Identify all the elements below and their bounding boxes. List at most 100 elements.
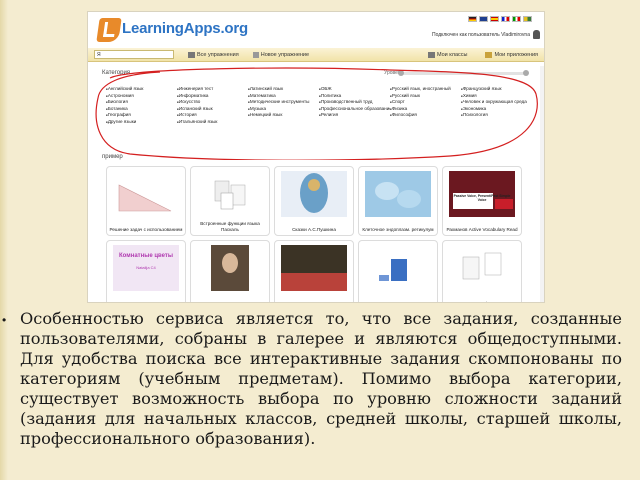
category-item[interactable]: Немецкий язык [248,112,319,119]
new-exercise-button[interactable]: Новое упражнение [252,51,309,58]
example-tile[interactable]: THE USA STATES AND [274,240,354,302]
tile-caption: ЧАСТИЦЫ [193,301,267,302]
category-item[interactable]: Другие языки [106,119,177,126]
tile-caption: Рахманов Active Vocabulary Read [446,226,518,232]
category-item[interactable]: Искусство [177,99,248,106]
example-tile[interactable]: Комнатные цветы Natalija C4 Знаешь ли цвет… [106,240,186,302]
category-item[interactable]: Психология [461,112,532,119]
example-tile[interactable]: Решение задач с использованием [106,166,186,236]
category-item[interactable]: Человек и окружающая среда [461,99,532,106]
example-tile[interactable]: 7 класс, unit Игорь [442,240,522,302]
all-exercises-button[interactable]: Все упражнения [188,51,239,58]
flag-fr-icon[interactable] [501,16,510,22]
category-panel: Категория Уровень Английский языкАстроно… [88,64,544,160]
example-tile[interactable]: Passive Voice, Present/Past Simple Voice… [442,166,522,236]
category-title: Категория [102,70,131,76]
category-item[interactable]: Биология [106,99,177,106]
category-column: Английский языкАстрономияБиологияБотаник… [106,86,177,126]
tile-caption: Иноя 3 четверть [361,301,435,302]
category-item[interactable]: Русский язык [390,93,461,100]
tile-thumbnail [197,171,263,217]
example-tile[interactable]: Иноя 3 четверть [358,240,438,302]
search-input[interactable]: Я [94,50,174,59]
example-tile[interactable]: Клеточное эндоплазм. ретикулум [358,166,438,236]
category-item[interactable]: ОБЖ [319,86,390,93]
category-item[interactable]: Музыка [248,106,319,113]
gallery-scrollbar[interactable] [540,66,544,302]
category-item[interactable]: Политика [319,93,390,100]
thumbnail-text: Комнатные цветы [119,253,173,259]
user-icon[interactable] [533,30,540,39]
category-item[interactable]: Физика [390,106,461,113]
category-item[interactable]: География [106,112,177,119]
category-item[interactable]: Профессиональное образование [319,106,390,113]
tile-thumbnail [449,245,515,291]
my-classes-button[interactable]: Мои классы [427,51,468,58]
my-apps-button[interactable]: Мои приложения [485,51,538,58]
level-slider[interactable] [398,70,529,76]
category-item[interactable]: Математика [248,93,319,100]
my-classes-label: Мои классы [436,51,468,58]
slide-left-border [0,0,8,480]
level-slider-max-handle[interactable] [523,70,529,76]
category-item[interactable]: Французский язык [461,86,532,93]
tile-caption: 7 класс, unit Игорь [445,301,519,302]
tile-thumbnail [113,171,179,217]
category-column: Французский языкХимияЧеловек и окружающа… [461,86,532,126]
example-tile[interactable]: Встроенные функции языка Паскаль [190,166,270,236]
category-item[interactable]: Информатика [177,93,248,100]
flag-other-icon[interactable] [523,16,532,22]
level-slider-min-handle[interactable] [398,70,405,76]
category-item[interactable]: Ботаника [106,106,177,113]
category-item[interactable]: Химия [461,93,532,100]
learningapps-logo-icon[interactable] [96,18,122,42]
slide-body-text: Особенностью сервиса является то, что вс… [20,309,622,448]
tile-caption: Встроенные функции языка Паскаль [200,221,260,232]
tile-thumbnail [281,245,347,291]
category-grid: Английский языкАстрономияБиологияБотаник… [106,86,532,126]
flag-es-icon[interactable] [490,16,499,22]
example-tile[interactable]: ЧАСТИЦЫ [190,240,270,302]
category-item[interactable]: Английский язык [106,86,177,93]
flag-uk-icon[interactable] [479,16,488,22]
category-item[interactable]: Спорт [390,99,461,106]
category-item[interactable]: Астрономия [106,93,177,100]
language-flags [468,16,532,22]
login-status: Подключен как пользователь Vladimirovna [431,32,530,38]
site-header: LearningApps.org Подключен как пользоват… [88,12,544,48]
learningapps-screenshot: LearningApps.org Подключен как пользоват… [88,12,544,302]
flag-de-icon[interactable] [468,16,477,22]
category-item[interactable]: Религия [319,112,390,119]
category-item[interactable]: Экономика [461,106,532,113]
category-item[interactable]: Методические инструменты [248,99,319,106]
category-item[interactable]: Испанский язык [177,106,248,113]
category-column: ОБЖПолитикаПроизводственный трудПрофесси… [319,86,390,126]
tile-thumbnail [281,171,347,217]
tile-caption: Сказки А.С.Пушкина [292,226,336,232]
example-tile[interactable]: Сказки А.С.Пушкина [274,166,354,236]
bullet-icon: • [2,313,7,327]
category-item[interactable]: Производственный труд [319,99,390,106]
tile-thumbnail: Комнатные цветы Natalija C4 [113,245,179,291]
pencil-icon [252,51,259,58]
folder-icon [485,51,493,58]
category-item[interactable]: Инженерия тест [177,86,248,93]
all-exercises-label: Все упражнения [197,51,239,58]
tile-thumbnail: Passive Voice, Present/Past Simple Voice [449,171,515,217]
category-item[interactable]: Философия [390,112,461,119]
main-toolbar: Я Все упражнения Новое упражнение Мои кл… [88,48,544,62]
site-logo-text[interactable]: LearningApps.org [122,20,248,37]
category-item[interactable]: Русский язык, иностранный [390,86,461,93]
thumbnail-text: Passive Voice, Present/Past Simple Voice [453,194,511,202]
category-item[interactable]: Итальянский язык [177,119,248,126]
examples-title: пример [102,154,123,160]
tile-caption: Клеточное эндоплазм. ретикулум [362,226,434,232]
tile-thumbnail [365,171,431,217]
grid-icon [188,51,195,58]
category-item[interactable]: История [177,112,248,119]
category-item[interactable]: Латинский язык [248,86,319,93]
toolbar-right-group: Мои классы Мои приложения [416,51,544,58]
tile-thumbnail [197,245,263,291]
list-icon [427,51,435,58]
flag-it-icon[interactable] [512,16,521,22]
